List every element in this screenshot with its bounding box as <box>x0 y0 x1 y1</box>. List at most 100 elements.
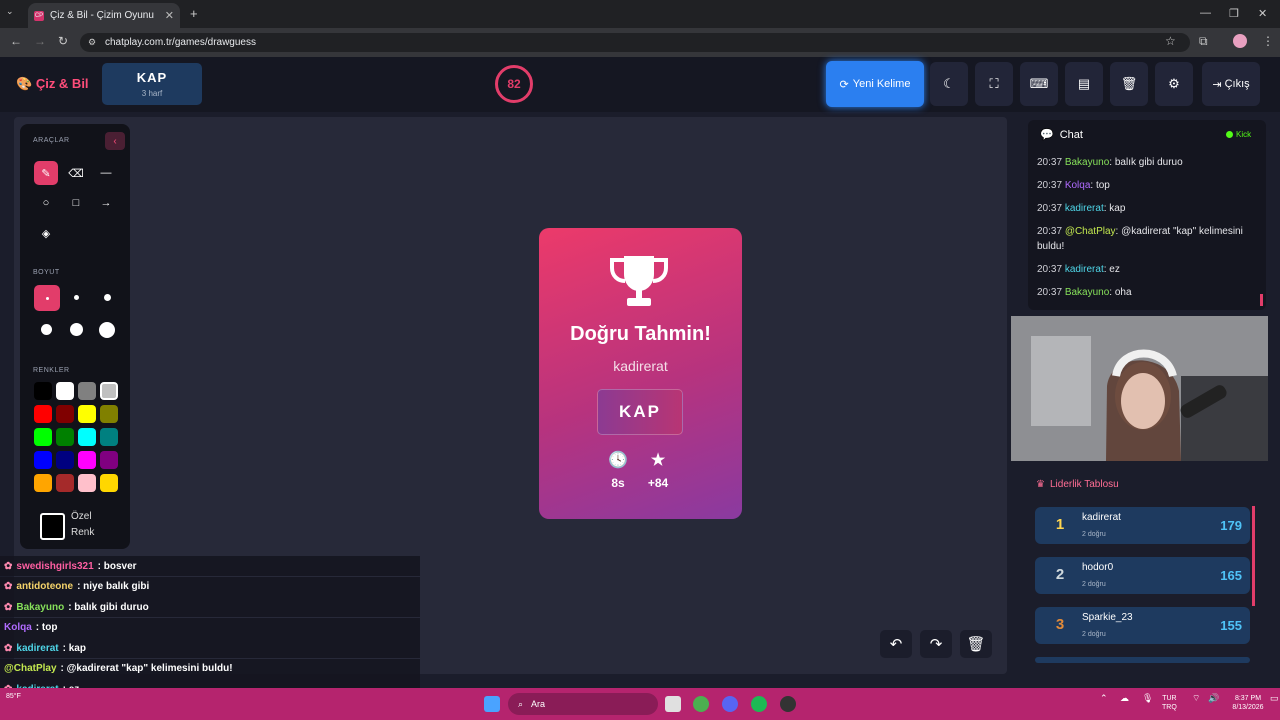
undo-button[interactable]: ↶ <box>880 630 912 658</box>
color-swatch[interactable] <box>56 428 74 446</box>
windows-start-icon[interactable] <box>484 696 500 712</box>
leaderboard-rank: 3 <box>1055 616 1065 633</box>
color-swatch[interactable] <box>100 428 118 446</box>
close-tab-icon[interactable]: ✕ <box>165 9 174 22</box>
redo-button[interactable]: ↷ <box>920 630 952 658</box>
color-swatch[interactable] <box>100 474 118 492</box>
color-swatch[interactable] <box>78 474 96 492</box>
dark-mode-button[interactable]: ☾ <box>930 62 968 106</box>
back-icon[interactable]: ← <box>10 34 22 48</box>
custom-color-label[interactable]: Özel Renk <box>71 509 94 541</box>
size-option-5[interactable] <box>70 323 83 336</box>
weather-temp: 85°F <box>6 693 21 700</box>
color-swatch[interactable] <box>100 382 118 400</box>
leaderboard-score: 155 <box>1220 618 1242 633</box>
clock[interactable]: 8:37 PM 8/13/2026 <box>1228 694 1268 712</box>
chat-title: Chat <box>1059 128 1083 141</box>
leaderboard-score: 179 <box>1220 518 1242 533</box>
collapse-panel-button[interactable]: ‹ <box>105 132 125 150</box>
notification-icon[interactable]: ▭ <box>1270 694 1279 703</box>
word-hint: 3 harf <box>141 89 163 98</box>
custom-color-swatch[interactable] <box>40 513 65 540</box>
new-tab-icon[interactable]: + <box>190 6 198 21</box>
language-indicator[interactable]: TUR TRQ <box>1162 694 1177 712</box>
eraser-tool[interactable]: ⌫ <box>64 161 88 185</box>
taskbar-search[interactable]: ⌕ Ara <box>508 693 658 715</box>
discord-icon[interactable] <box>722 696 738 712</box>
color-swatch[interactable] <box>34 405 52 423</box>
round-timer: 82 <box>495 65 533 103</box>
archive-button[interactable]: ▤ <box>1065 62 1103 106</box>
microphone-icon[interactable]: 🎙 <box>1142 694 1153 703</box>
minimize-icon[interactable]: — <box>1200 7 1211 19</box>
file-explorer-icon[interactable] <box>665 696 681 712</box>
browser-tab[interactable]: CP Çiz & Bil - Çizim Oyunu ✕ <box>28 3 180 28</box>
size-option-4[interactable] <box>41 324 52 335</box>
color-swatch[interactable] <box>56 382 74 400</box>
chrome-icon[interactable] <box>693 696 709 712</box>
size-option-3[interactable] <box>104 294 111 301</box>
maximize-icon[interactable]: ❐ <box>1229 7 1239 20</box>
color-swatch[interactable] <box>78 451 96 469</box>
url-field[interactable]: chatplay.com.tr/games/drawguess <box>80 33 1190 52</box>
extensions-icon[interactable]: ⧉ <box>1199 34 1208 49</box>
browser-menu-icon[interactable]: ⋮ <box>1262 34 1274 48</box>
color-swatch[interactable] <box>56 474 74 492</box>
network-tray-icon[interactable]: ☁ <box>1120 694 1129 703</box>
color-swatch[interactable] <box>78 428 96 446</box>
reload-icon[interactable]: ↻ <box>58 34 68 48</box>
size-option-6[interactable] <box>99 322 115 338</box>
site-info-icon[interactable]: ⚙ <box>88 37 96 48</box>
search-placeholder: Ara <box>531 699 546 709</box>
clear-button[interactable]: 🗑 <box>1110 62 1148 106</box>
exit-button[interactable]: ⇥ Çıkış <box>1202 62 1260 106</box>
forward-icon[interactable]: → <box>34 34 46 48</box>
chat-scrollbar[interactable] <box>1260 294 1263 306</box>
color-swatch[interactable] <box>100 451 118 469</box>
obs-icon[interactable] <box>780 696 796 712</box>
wifi-icon[interactable]: ⌔ <box>1192 694 1200 703</box>
color-swatch[interactable] <box>34 428 52 446</box>
circle-tool[interactable]: ○ <box>34 191 58 215</box>
overlay-chat-line: ✿ Bakayuno: balık gibi duruo <box>0 597 420 617</box>
fullscreen-button[interactable]: ⛶ <box>975 62 1013 106</box>
flower-badge-icon: ✿ <box>4 642 13 654</box>
tray-chevron-icon[interactable]: ⌃ <box>1100 694 1108 703</box>
color-swatch[interactable] <box>34 382 52 400</box>
paint-bucket-icon: ◈ <box>41 227 51 240</box>
app-logo[interactable]: 🎨 Çiz & Bil <box>16 76 89 92</box>
eraser-icon: ⌫ <box>68 167 84 180</box>
close-window-icon[interactable]: ✕ <box>1258 7 1267 20</box>
message-time: 20:37 <box>1037 264 1063 275</box>
chat-message: 20:37 kadirerat: ez <box>1037 262 1255 277</box>
rectangle-tool[interactable]: □ <box>64 191 88 215</box>
clear-canvas-button[interactable]: 🗑 <box>960 630 992 658</box>
size-option-2[interactable] <box>74 295 79 300</box>
arrow-tool[interactable]: → <box>94 191 118 215</box>
color-swatch[interactable] <box>100 405 118 423</box>
crown-icon: ♛ <box>1036 479 1045 490</box>
flower-badge-icon: ✿ <box>4 560 13 572</box>
volume-icon[interactable]: 🔊 <box>1208 694 1219 703</box>
spotify-icon[interactable] <box>751 696 767 712</box>
line-tool[interactable]: — <box>94 161 118 185</box>
tab-list-icon[interactable]: ⌄ <box>6 6 14 17</box>
bookmark-star-icon[interactable]: ☆ <box>1165 34 1176 48</box>
overlay-chat-line: ✿ antidoteone: niye balık gibi <box>0 576 420 597</box>
keyboard-button[interactable]: ⌨ <box>1020 62 1058 106</box>
color-swatch[interactable] <box>56 451 74 469</box>
size-option-1[interactable] <box>34 285 60 311</box>
weather-widget[interactable]: 85°F <box>6 693 21 700</box>
color-swatch[interactable] <box>78 405 96 423</box>
new-word-button[interactable]: ⟳ Yeni Kelime <box>826 61 924 107</box>
settings-button[interactable]: ⚙ <box>1155 62 1193 106</box>
brush-tool[interactable]: ✎ <box>34 161 58 185</box>
color-swatch[interactable] <box>56 405 74 423</box>
color-swatch[interactable] <box>34 451 52 469</box>
color-swatch[interactable] <box>34 474 52 492</box>
chat-header: 💬 Chat <box>1040 128 1083 142</box>
color-swatch[interactable] <box>78 382 96 400</box>
profile-avatar[interactable] <box>1233 34 1247 48</box>
fill-tool[interactable]: ◈ <box>34 221 58 245</box>
leaderboard-scrollbar[interactable] <box>1252 506 1255 606</box>
